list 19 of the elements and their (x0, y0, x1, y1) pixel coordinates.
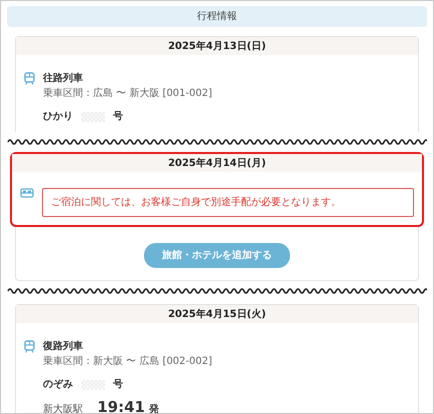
date-header: 2025年4月15日(火) (16, 305, 418, 323)
train-icon (24, 72, 35, 85)
bed-icon (20, 188, 34, 198)
train-title: 往路列車 (43, 72, 83, 86)
date-header: 2025年4月13日(日) (16, 37, 418, 55)
route-text: 乗車区間：新大阪 〜 広島 [002-002] (43, 354, 214, 369)
alert-message: ご宿泊に関しては、お客様ご自身で別途手配が必要となります。 (42, 188, 414, 217)
date-header: 2025年4月14日(月) (12, 154, 422, 172)
train-title: 復路列車 (43, 340, 83, 354)
add-hotel-button[interactable]: 旅館・ホテルを追加する (144, 243, 290, 268)
train-suffix: 号 (113, 110, 123, 124)
section-header: 行程情報 (7, 6, 427, 27)
departure-time: 19:41 (97, 397, 145, 413)
route-text: 乗車区間：広島 〜 新大阪 [001-002] (43, 86, 214, 101)
train-name: ひかり (43, 110, 73, 124)
train-name: のぞみ (43, 378, 73, 392)
train-icon (24, 340, 35, 353)
train-suffix: 号 (113, 378, 123, 392)
station-name: 新大阪駅 (43, 402, 84, 413)
